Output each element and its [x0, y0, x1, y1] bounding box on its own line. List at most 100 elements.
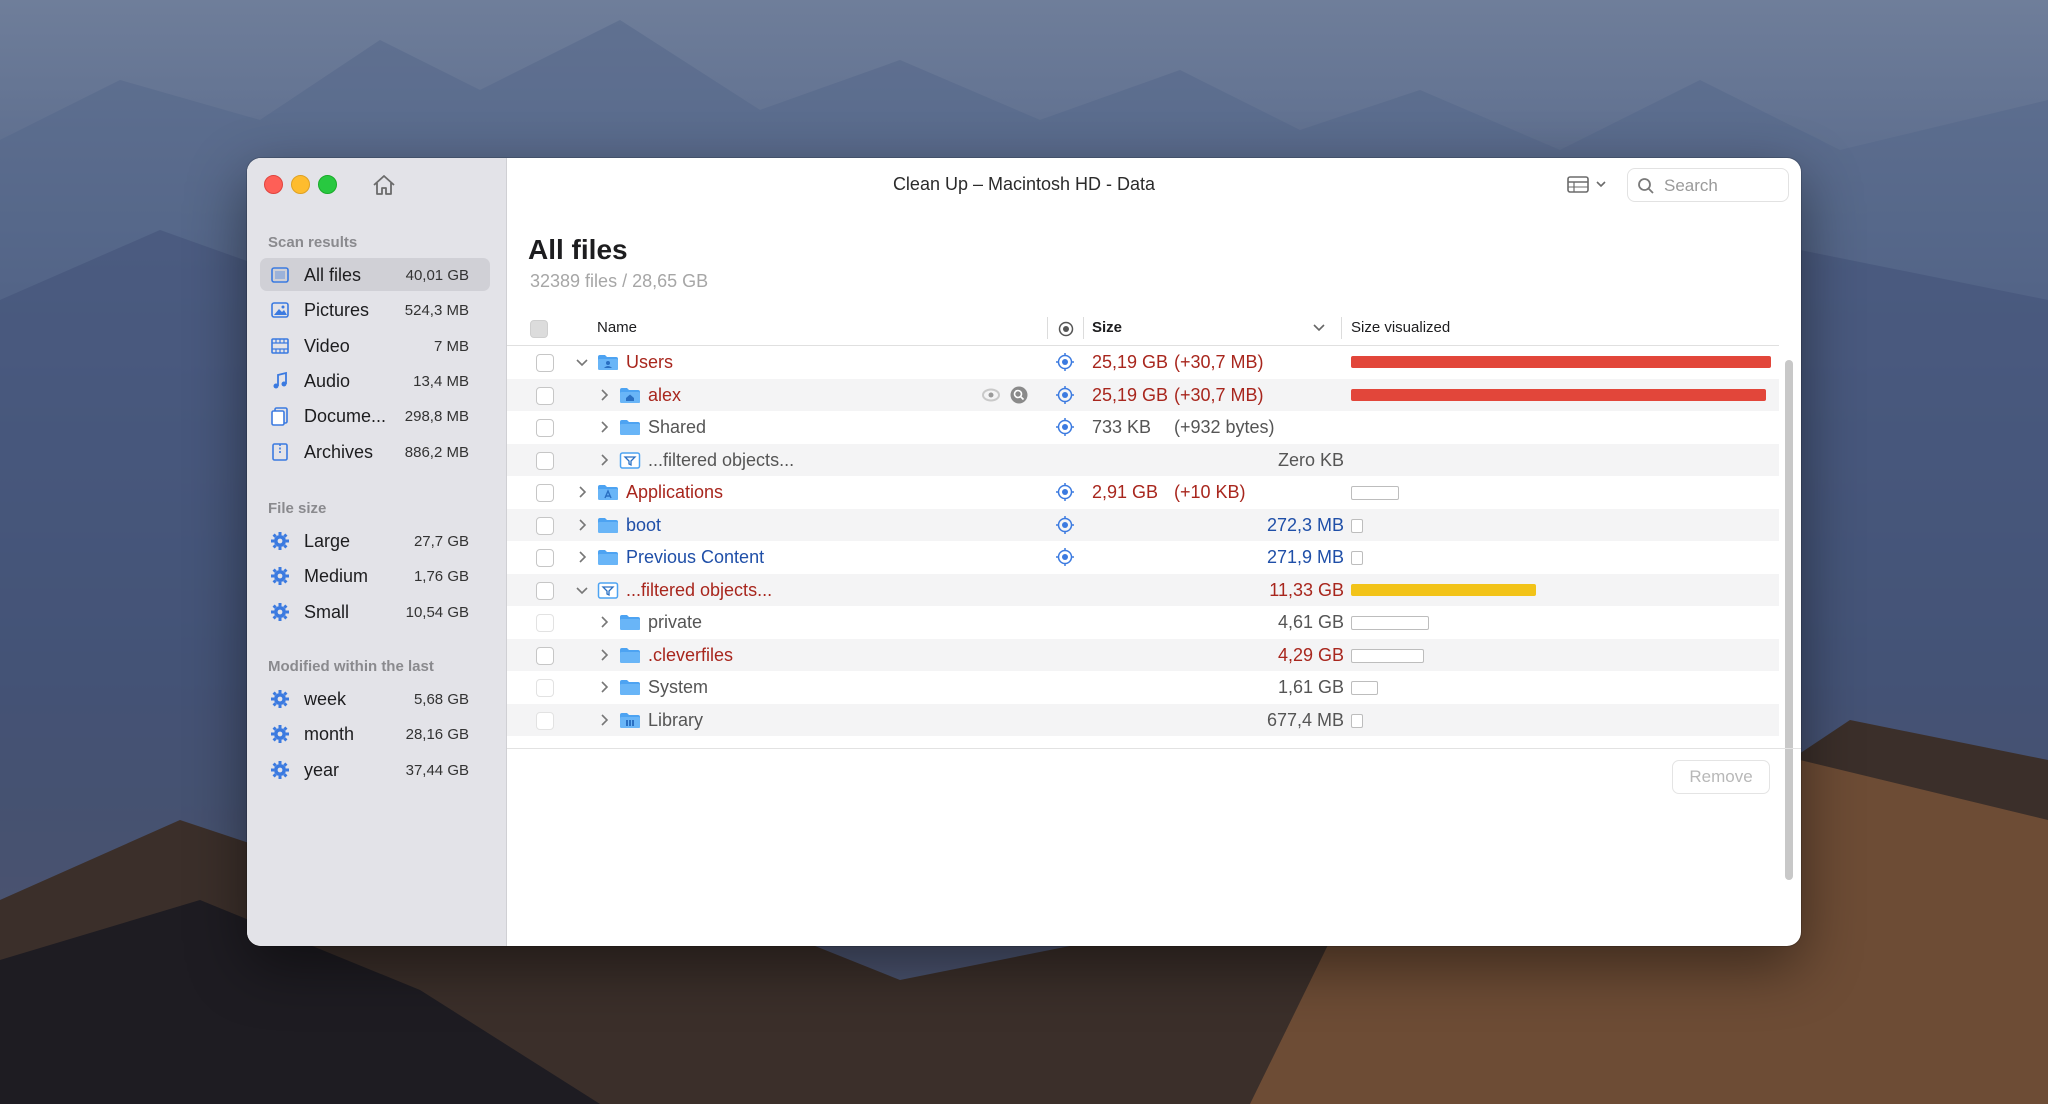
- target-icon[interactable]: [1056, 353, 1074, 371]
- sidebar-item-medium[interactable]: Medium 1,76 GB: [260, 559, 490, 592]
- row-size-delta: (+30,7 MB): [1174, 384, 1264, 405]
- target-icon[interactable]: [1056, 418, 1074, 436]
- pictures-icon: [271, 302, 289, 319]
- row-name: boot: [626, 514, 662, 535]
- table-row[interactable]: Library 677,4 MB: [507, 703, 1779, 736]
- sidebar-item-label: All files: [304, 265, 362, 285]
- row-name: .cleverfiles: [648, 644, 734, 665]
- chevron-down-icon[interactable]: [575, 355, 589, 369]
- column-name[interactable]: Name: [597, 319, 637, 336]
- size-bar: [1351, 356, 1771, 368]
- chevron-right-icon[interactable]: [575, 485, 589, 499]
- row-size-delta: (+932 bytes): [1174, 417, 1275, 437]
- reveal-in-finder-icon[interactable]: [1010, 386, 1028, 404]
- target-icon[interactable]: [1056, 483, 1074, 501]
- column-size-visualized[interactable]: Size visualized: [1351, 319, 1450, 336]
- row-checkbox[interactable]: [536, 614, 554, 632]
- chevron-down-icon[interactable]: [575, 583, 589, 597]
- row-checkbox[interactable]: [536, 581, 554, 600]
- sidebar-item-allfiles[interactable]: All files 40,01 GB: [260, 258, 490, 291]
- gear-icon: [271, 567, 289, 586]
- table-row[interactable]: Applications 2,91 GB (+10 KB): [507, 476, 1779, 509]
- library-folder-icon: [620, 712, 640, 728]
- table-row[interactable]: .Spotlight-V100106,9 MB: [507, 736, 1779, 742]
- select-all-checkbox[interactable]: [530, 320, 548, 338]
- row-size: Zero KB: [1277, 449, 1344, 470]
- chevron-down-icon[interactable]: [1312, 323, 1326, 333]
- sidebar-section-title: Modified within the last: [268, 658, 434, 675]
- size-bar: [1351, 713, 1363, 728]
- table-row[interactable]: alex 25,19 GB (+30,7 MB): [507, 378, 1779, 411]
- sidebar-item-label: Archives: [304, 441, 374, 462]
- preview-eye-icon[interactable]: [981, 387, 1001, 403]
- row-size: 1,61 GB: [1277, 677, 1344, 697]
- chevron-right-icon[interactable]: [597, 680, 611, 694]
- row-checkbox[interactable]: [536, 354, 554, 372]
- table-row[interactable]: boot 272,3 MB: [507, 508, 1779, 541]
- size-bar: [1351, 551, 1363, 565]
- row-checkbox[interactable]: [536, 679, 554, 697]
- gear-icon: [271, 725, 289, 744]
- column-size[interactable]: Size: [1092, 319, 1122, 336]
- row-size: 11,33 GB: [1269, 579, 1344, 600]
- chevron-right-icon[interactable]: [575, 550, 589, 564]
- row-size: 271,9 MB: [1266, 547, 1344, 567]
- sidebar-item-value: 10,54 GB: [405, 603, 469, 621]
- sidebar-item-value: 886,2 MB: [404, 443, 469, 461]
- row-checkbox[interactable]: [536, 711, 554, 730]
- table-row[interactable]: .cleverfiles 4,29 GB: [507, 638, 1779, 671]
- row-checkbox[interactable]: [536, 386, 554, 405]
- row-size: 272,3 MB: [1266, 514, 1344, 535]
- table-row[interactable]: Previous Content 271,9 MB: [507, 541, 1779, 574]
- remove-button[interactable]: Remove: [1672, 760, 1770, 794]
- scrollbar[interactable]: [1785, 360, 1793, 880]
- row-checkbox[interactable]: [536, 484, 554, 502]
- row-name: Library: [648, 709, 704, 730]
- chevron-right-icon[interactable]: [597, 453, 611, 467]
- row-checkbox[interactable]: [536, 646, 554, 665]
- search-field[interactable]: Search: [1627, 168, 1789, 202]
- search-icon: [1638, 178, 1654, 194]
- target-icon[interactable]: [1056, 515, 1074, 534]
- sidebar-item-docume[interactable]: Docume... 298,8 MB: [260, 399, 490, 432]
- filter-folder-icon: [619, 451, 641, 469]
- sidebar-item-year[interactable]: year 37,44 GB: [260, 753, 490, 786]
- sidebar-item-month[interactable]: month 28,16 GB: [260, 717, 490, 750]
- sidebar-item-audio[interactable]: Audio 13,4 MB: [260, 364, 490, 397]
- chevron-right-icon[interactable]: [597, 713, 611, 727]
- folder-icon: [620, 647, 640, 663]
- chevron-right-icon[interactable]: [597, 420, 611, 434]
- page-subtitle: 32389 files / 28,65 GB: [530, 271, 709, 291]
- folder-icon: [620, 420, 640, 435]
- row-checkbox[interactable]: [536, 419, 554, 437]
- row-checkbox[interactable]: [536, 516, 554, 535]
- sidebar-item-week[interactable]: week 5,68 GB: [260, 682, 490, 715]
- sidebar-item-large[interactable]: Large 27,7 GB: [260, 524, 490, 557]
- size-bar: [1351, 681, 1378, 695]
- row-checkbox[interactable]: [536, 549, 554, 567]
- target-column-icon[interactable]: [1057, 320, 1075, 338]
- sidebar-item-video[interactable]: Video 7 MB: [260, 329, 490, 362]
- folder-icon: [598, 517, 618, 533]
- target-icon[interactable]: [1056, 548, 1074, 566]
- chevron-right-icon[interactable]: [575, 518, 589, 532]
- table-row[interactable]: ...filtered objects... 11,33 GB: [507, 573, 1779, 606]
- sidebar-item-archives[interactable]: Archives 886,2 MB: [260, 435, 490, 468]
- row-checkbox[interactable]: [536, 451, 554, 470]
- row-size: 4,29 GB: [1277, 644, 1344, 665]
- sidebar-item-pictures[interactable]: Pictures 524,3 MB: [260, 293, 490, 326]
- sidebar-item-label: Small: [304, 601, 350, 622]
- table-row[interactable]: Shared 733 KB (+932 bytes): [507, 411, 1779, 444]
- size-bar: [1351, 583, 1536, 596]
- table-row[interactable]: System 1,61 GB: [507, 671, 1779, 704]
- chevron-right-icon[interactable]: [597, 615, 611, 629]
- sidebar-item-small[interactable]: Small 10,54 GB: [260, 595, 490, 628]
- sidebar-item-label: year: [304, 759, 340, 780]
- target-icon[interactable]: [1056, 385, 1074, 404]
- table-row[interactable]: private 4,61 GB: [507, 606, 1779, 639]
- chevron-right-icon[interactable]: [597, 388, 611, 402]
- chevron-right-icon[interactable]: [597, 648, 611, 662]
- table-row[interactable]: Users 25,19 GB (+30,7 MB): [507, 346, 1779, 379]
- table-row[interactable]: ...filtered objects... Zero KB: [507, 443, 1779, 476]
- view-options-button[interactable]: [1566, 173, 1612, 197]
